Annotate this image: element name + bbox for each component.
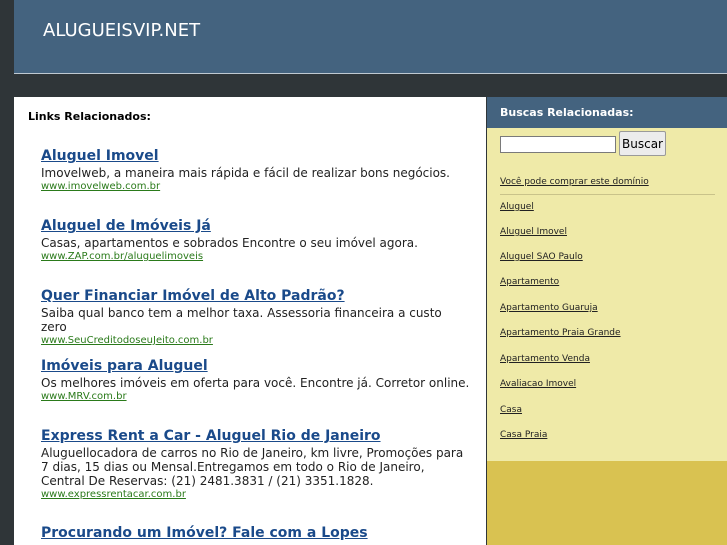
related-link[interactable]: Apartamento Venda <box>500 354 590 364</box>
related-link[interactable]: Você pode comprar este domínio <box>500 177 649 187</box>
ad-item: Imóveis para Aluguel Os melhores imóveis… <box>41 357 471 403</box>
ad-description: Saiba qual banco tem a melhor taxa. Asse… <box>41 306 442 334</box>
related-link[interactable]: Aluguel Imovel <box>500 227 567 237</box>
related-link[interactable]: Apartamento <box>500 277 559 287</box>
ad-description: Aluguellocadora de carros no Rio de Jane… <box>41 446 464 488</box>
links-panel: Links Relacionados: Aluguel Imovel Imove… <box>14 97 486 545</box>
related-link[interactable]: Aluguel <box>500 202 534 212</box>
site-title: ALUGUEISVIP.NET <box>43 20 201 41</box>
search-button[interactable]: Buscar <box>619 131 666 156</box>
ad-title-link[interactable]: Express Rent a Car - Aluguel Rio de Jane… <box>41 427 471 445</box>
related-link[interactable]: Casa <box>500 405 522 415</box>
ad-item: Procurando um Imóvel? Fale com a Lopes <box>41 524 471 542</box>
ad-title-link[interactable]: Quer Financiar Imóvel de Alto Padrão? <box>41 287 471 305</box>
links-heading: Links Relacionados: <box>28 110 151 123</box>
divider <box>500 194 715 195</box>
ad-item: Express Rent a Car - Aluguel Rio de Jane… <box>41 427 471 501</box>
ad-item: Aluguel Imovel Imovelweb, a maneira mais… <box>41 147 471 193</box>
related-link[interactable]: Aluguel SAO Paulo <box>500 252 583 262</box>
sidebar-header: Buscas Relacionadas: <box>487 97 727 128</box>
ad-description: Casas, apartamentos e sobrados Encontre … <box>41 236 418 250</box>
search-input[interactable] <box>500 136 616 153</box>
ad-item: Quer Financiar Imóvel de Alto Padrão? Sa… <box>41 287 471 347</box>
ad-item: Aluguel de Imóveis Já Casas, apartamento… <box>41 217 471 263</box>
related-link[interactable]: Apartamento Praia Grande <box>500 328 621 338</box>
ad-url-link[interactable]: www.expressrentacar.com.br <box>41 488 471 501</box>
sidebar: Buscar Você pode comprar este domínio Al… <box>487 128 727 461</box>
site-header: ALUGUEISVIP.NET <box>14 0 727 73</box>
ad-description: Os melhores imóveis em oferta para você.… <box>41 376 470 390</box>
header-divider <box>14 73 727 74</box>
ad-title-link[interactable]: Procurando um Imóvel? Fale com a Lopes <box>41 524 471 542</box>
sidebar-title: Buscas Relacionadas: <box>500 106 634 119</box>
ad-title-link[interactable]: Aluguel Imovel <box>41 147 471 165</box>
ad-url-link[interactable]: www.imovelweb.com.br <box>41 180 471 193</box>
related-link[interactable]: Casa Praia <box>500 430 547 440</box>
related-link[interactable]: Apartamento Guaruja <box>500 303 598 313</box>
ad-url-link[interactable]: www.SeuCreditodoseuJeito.com.br <box>41 334 471 347</box>
related-link[interactable]: Avaliacao Imovel <box>500 379 576 389</box>
ad-description: Imovelweb, a maneira mais rápida e fácil… <box>41 166 450 180</box>
sidebar-footer-block <box>487 461 727 545</box>
ad-title-link[interactable]: Aluguel de Imóveis Já <box>41 217 471 235</box>
ad-url-link[interactable]: www.MRV.com.br <box>41 390 471 403</box>
ad-title-link[interactable]: Imóveis para Aluguel <box>41 357 471 375</box>
ad-url-link[interactable]: www.ZAP.com.br/aluguelimoveis <box>41 250 471 263</box>
